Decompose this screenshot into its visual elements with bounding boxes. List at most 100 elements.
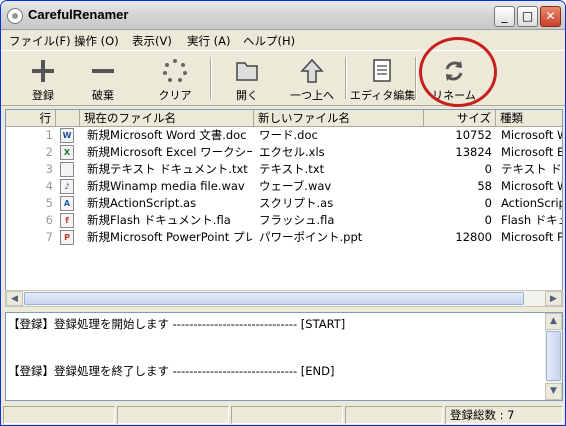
file-type: Microsoft E xyxy=(501,145,563,159)
minus-icon xyxy=(92,69,114,73)
open-button[interactable]: 開く xyxy=(219,53,275,103)
file-type: テキスト ドキ xyxy=(501,162,562,176)
maximize-button[interactable]: □ xyxy=(517,6,538,27)
new-file-name: ワード.doc xyxy=(259,128,318,142)
horizontal-scroll-thumb[interactable] xyxy=(24,292,524,305)
table-row[interactable]: 5 新規ActionScript.as スクリプト.as 0 ActionScript A xyxy=(6,195,562,212)
file-type: Flash ドキュ xyxy=(501,213,563,227)
log-line-end: 【登録】登録処理を終了します -------------------------… xyxy=(8,364,335,378)
table-row[interactable]: 4 新規Winamp media file.wav ウェーブ.wav 58 Micros… xyxy=(6,178,562,195)
column-header-size[interactable]: サイズ xyxy=(424,110,496,127)
table-row[interactable]: 1 新規Microsoft Word 文書.doc ワード.doc 10752 Micr… xyxy=(6,127,562,144)
current-file-name: 新規Flash ドキュメント.fla xyxy=(87,213,231,227)
vertical-scrollbar[interactable]: ▲ ▼ xyxy=(545,313,562,400)
menu-execute[interactable]: 実行 (A) xyxy=(187,33,231,49)
table-row[interactable]: 6 新規Flash ドキュメント.fla フラッシュ.fla 0 Flash ドキュ f xyxy=(6,212,562,229)
close-button[interactable]: ✕ xyxy=(540,6,561,27)
current-file-name: 新規Winamp media file.wav xyxy=(87,179,245,193)
column-header-num[interactable]: 行 xyxy=(6,110,56,127)
vertical-scroll-thumb[interactable] xyxy=(546,331,561,381)
file-list[interactable]: 行 現在のファイル名 新しいファイル名 サイズ 種類 1 新規Microsoft … xyxy=(5,109,563,305)
current-file-name: 新規テキスト ドキュメント.txt xyxy=(87,162,248,176)
table-row[interactable]: 3 新規テキスト ドキュメント.txt テキスト.txt 0 テキスト ドキ xyxy=(6,161,562,178)
up-one-level-label: 一つ上へ xyxy=(290,89,334,102)
file-size: 0 xyxy=(484,196,492,210)
status-panel xyxy=(345,406,443,424)
up-one-level-button[interactable]: 一つ上へ xyxy=(284,53,340,103)
clear-label: クリア xyxy=(158,89,192,102)
menu-operation[interactable]: 操作 (O) xyxy=(74,33,119,49)
file-type: Microsoft W xyxy=(501,179,563,193)
file-type-icon: P xyxy=(60,230,74,245)
file-size: 13824 xyxy=(455,145,492,159)
scroll-right-icon[interactable]: ▶ xyxy=(545,291,562,306)
status-panel xyxy=(3,406,115,424)
column-header-type[interactable]: 種類 xyxy=(496,110,562,127)
status-panel xyxy=(117,406,229,424)
app-window: CarefulRenamer _ □ ✕ ファイル(F) 操作 (O) 表示(V… xyxy=(0,0,566,426)
menu-view[interactable]: 表示(V) xyxy=(132,33,172,49)
column-header-current-name[interactable]: 現在のファイル名 xyxy=(80,110,254,127)
toolbar-separator xyxy=(210,57,212,99)
status-panel xyxy=(231,406,343,424)
file-type: Microsoft Po xyxy=(501,230,563,244)
scroll-down-icon[interactable]: ▼ xyxy=(545,383,562,400)
row-number: 1 xyxy=(45,128,53,142)
file-size: 58 xyxy=(477,179,492,193)
row-number: 5 xyxy=(45,196,53,210)
log-line-start: 【登録】登録処理を開始します -------------------------… xyxy=(8,317,346,331)
scroll-up-icon[interactable]: ▲ xyxy=(545,313,562,330)
new-file-name: ウェーブ.wav xyxy=(259,179,332,193)
file-type-icon: X xyxy=(60,145,74,160)
plus-icon xyxy=(32,60,54,82)
row-number: 4 xyxy=(45,179,53,193)
row-number: 2 xyxy=(45,145,53,159)
editor-edit-label: エディタ編集 xyxy=(350,89,416,102)
new-file-name: テキスト.txt xyxy=(259,162,325,176)
minimize-button[interactable]: _ xyxy=(494,6,515,27)
discard-button[interactable]: 破棄 xyxy=(75,53,131,103)
current-file-name: 新規Microsoft Word 文書.doc xyxy=(87,128,247,142)
discard-label: 破棄 xyxy=(92,89,114,102)
toolbar-separator xyxy=(345,57,347,99)
row-number: 6 xyxy=(45,213,53,227)
new-file-name: パワーポイント.ppt xyxy=(259,230,363,244)
file-type-icon: A xyxy=(60,196,74,211)
registered-count: 登録総数 : 7 xyxy=(445,406,563,424)
file-type-icon xyxy=(60,162,74,177)
toolbar-separator xyxy=(415,57,417,99)
title-bar[interactable]: CarefulRenamer _ □ ✕ xyxy=(1,1,565,30)
new-file-name: スクリプト.as xyxy=(259,196,334,210)
log-panel: 【登録】登録処理を開始します -------------------------… xyxy=(5,312,563,401)
horizontal-scrollbar[interactable]: ◀ ▶ xyxy=(5,290,563,307)
new-file-name: エクセル.xls xyxy=(259,145,325,159)
row-number: 3 xyxy=(45,162,53,176)
open-label: 開く xyxy=(236,89,258,102)
editor-edit-button[interactable]: エディタ編集 xyxy=(350,53,415,103)
register-label: 登録 xyxy=(32,89,54,102)
menu-file[interactable]: ファイル(F) xyxy=(9,33,71,49)
file-type-icon: f xyxy=(60,213,74,228)
file-size: 12800 xyxy=(455,230,492,244)
file-size: 0 xyxy=(484,162,492,176)
current-file-name: 新規Microsoft PowerPoint プレ... xyxy=(87,230,252,244)
register-button[interactable]: 登録 xyxy=(15,53,71,103)
folder-icon xyxy=(236,62,258,81)
clear-button[interactable]: クリア xyxy=(147,53,203,103)
column-header-new-name[interactable]: 新しいファイル名 xyxy=(254,110,424,127)
menu-help[interactable]: ヘルプ(H) xyxy=(243,33,295,49)
column-header-icon[interactable] xyxy=(56,110,80,127)
file-size: 0 xyxy=(484,213,492,227)
table-row[interactable]: 2 新規Microsoft Excel ワークシー... エクセル.xls 13824… xyxy=(6,144,562,161)
highlight-ring xyxy=(419,37,497,107)
clear-icon xyxy=(163,59,187,82)
up-arrow-icon xyxy=(300,58,324,83)
status-bar: 登録総数 : 7 xyxy=(1,404,565,425)
scroll-left-icon[interactable]: ◀ xyxy=(6,291,23,306)
file-type: Microsoft W xyxy=(501,128,563,142)
window-title: CarefulRenamer xyxy=(28,7,129,22)
new-file-name: フラッシュ.fla xyxy=(259,213,335,227)
file-size: 10752 xyxy=(455,128,492,142)
file-type-icon: ♪ xyxy=(60,179,74,194)
table-row[interactable]: 7 新規Microsoft PowerPoint プレ... パワーポイント.ppt… xyxy=(6,229,562,246)
